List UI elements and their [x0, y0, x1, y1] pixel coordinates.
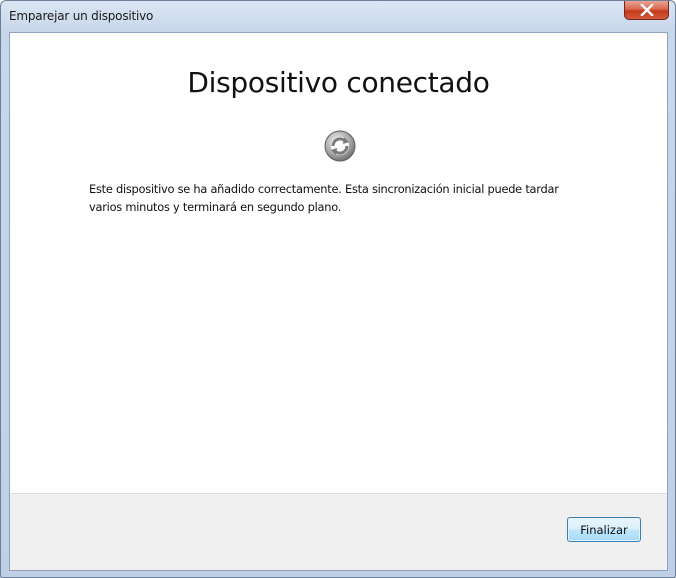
close-button[interactable]	[624, 1, 669, 20]
dialog-content: Dispositivo conectado Este dispositivo s…	[9, 32, 668, 571]
close-icon	[625, 1, 668, 19]
sync-icon	[323, 129, 357, 163]
page-title: Dispositivo conectado	[187, 66, 490, 99]
finish-button[interactable]: Finalizar	[567, 517, 641, 542]
button-bar: Finalizar	[10, 493, 667, 570]
dialog-window: Emparejar un dispositivo Dispositivo con…	[0, 0, 676, 578]
status-message: Este dispositivo se ha añadido correctam…	[89, 182, 559, 214]
window-title: Emparejar un dispositivo	[9, 9, 154, 23]
title-bar[interactable]: Emparejar un dispositivo	[1, 1, 675, 32]
